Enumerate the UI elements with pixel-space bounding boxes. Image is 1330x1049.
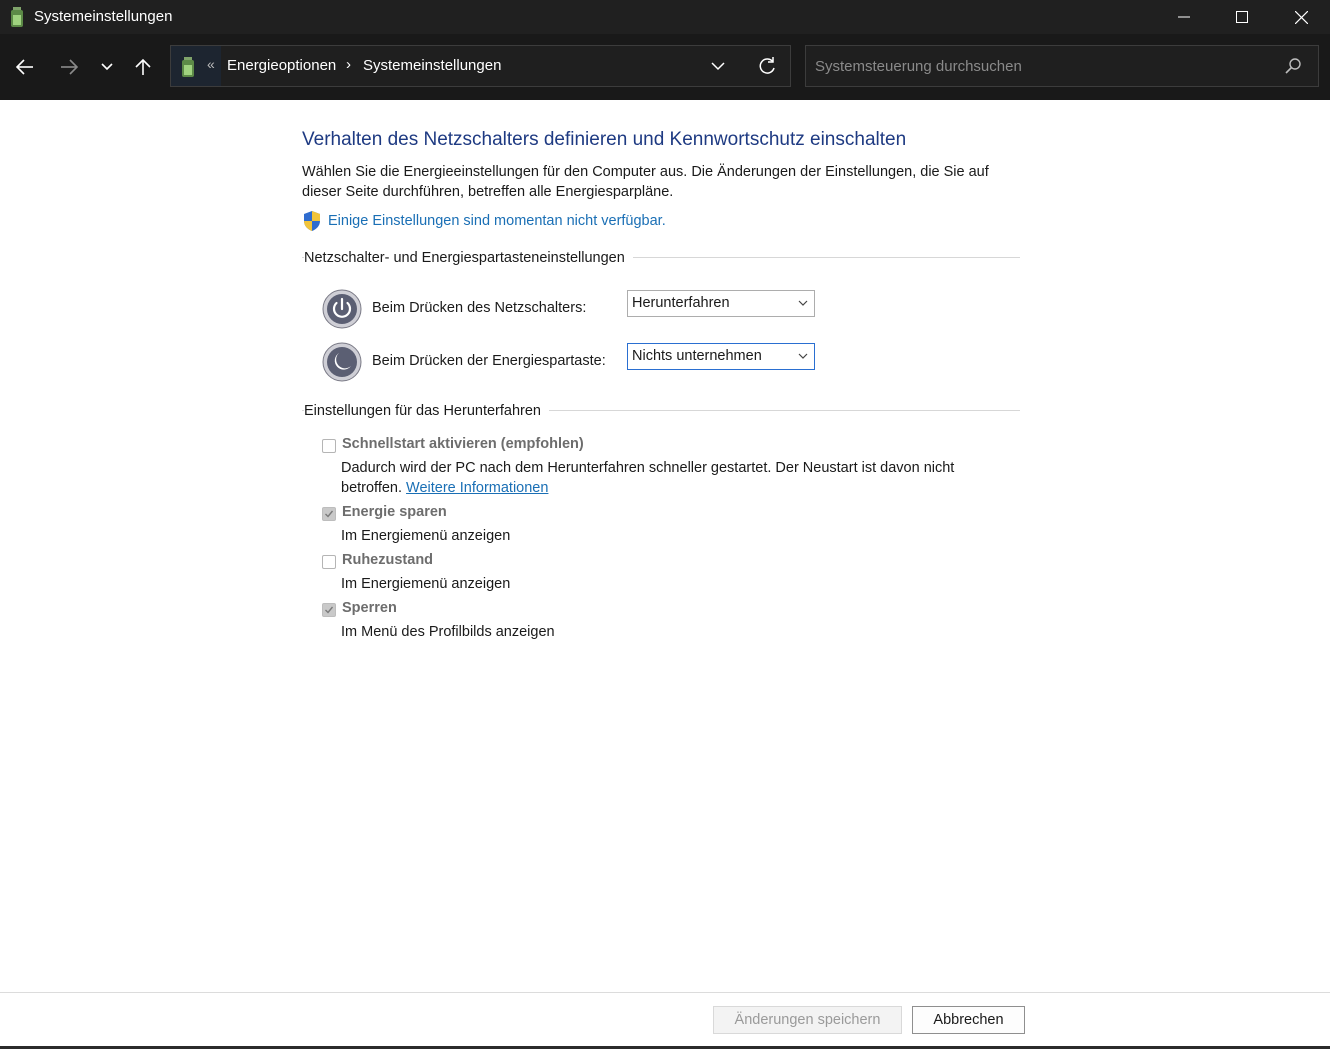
uac-shield-icon bbox=[304, 211, 320, 231]
sleep-item: Energie sparen Im Energiemenü anzeigen bbox=[322, 504, 1022, 546]
chevron-down-icon bbox=[798, 300, 808, 306]
checkmark-icon bbox=[325, 510, 334, 518]
hibernate-item: Ruhezustand Im Energiemenü anzeigen bbox=[322, 552, 1022, 594]
fast-startup-checkbox[interactable] bbox=[322, 439, 336, 453]
group-title-shutdown: Einstellungen für das Herunterfahren bbox=[304, 403, 549, 419]
refresh-icon bbox=[759, 57, 775, 74]
cancel-button[interactable]: Abbrechen bbox=[912, 1006, 1025, 1034]
checkmark-icon bbox=[325, 606, 334, 614]
sleep-description: Im Energiemenü anzeigen bbox=[341, 528, 511, 544]
breadcrumb-overflow[interactable]: « bbox=[207, 56, 215, 72]
search-box[interactable] bbox=[805, 45, 1319, 87]
battery-icon bbox=[182, 57, 194, 77]
power-button-select[interactable]: Herunterfahren bbox=[627, 290, 815, 317]
address-bar[interactable]: « Energieoptionen › Systemeinstellungen bbox=[170, 45, 791, 87]
up-button[interactable] bbox=[128, 52, 158, 82]
arrow-right-icon bbox=[61, 59, 78, 75]
lock-label: Sperren bbox=[342, 600, 397, 616]
sleep-button-select[interactable]: Nichts unternehmen bbox=[627, 343, 815, 370]
maximize-button[interactable] bbox=[1213, 0, 1271, 34]
arrow-up-icon bbox=[135, 58, 151, 75]
hibernate-checkbox[interactable] bbox=[322, 555, 336, 569]
navigation-bar: « Energieoptionen › Systemeinstellungen bbox=[0, 34, 1330, 100]
refresh-button[interactable] bbox=[757, 55, 777, 82]
forward-button[interactable] bbox=[54, 52, 84, 82]
breadcrumb-systemeinstellungen[interactable]: Systemeinstellungen bbox=[363, 57, 501, 74]
maximize-icon bbox=[1236, 11, 1248, 23]
footer-divider bbox=[0, 992, 1330, 993]
chevron-down-icon bbox=[711, 62, 725, 71]
search-button[interactable] bbox=[1284, 57, 1302, 80]
power-button-value: Herunterfahren bbox=[632, 295, 730, 311]
minimize-button[interactable] bbox=[1155, 0, 1213, 34]
sleep-button-row: Beim Drücken der Energiespartaste: Nicht… bbox=[322, 342, 1022, 382]
sleep-label: Energie sparen bbox=[342, 504, 447, 520]
battery-icon bbox=[11, 7, 23, 27]
arrow-left-icon bbox=[16, 59, 33, 75]
fast-startup-description: Dadurch wird der PC nach dem Herunterfah… bbox=[341, 458, 981, 498]
power-button-label: Beim Drücken des Netzschalters: bbox=[372, 300, 587, 316]
sleep-checkbox[interactable] bbox=[322, 507, 336, 521]
sleep-button-value: Nichts unternehmen bbox=[632, 348, 762, 364]
search-icon bbox=[1285, 58, 1301, 74]
address-history-button[interactable] bbox=[711, 56, 725, 81]
hibernate-label: Ruhezustand bbox=[342, 552, 434, 568]
power-button-row: Beim Drücken des Netzschalters: Herunter… bbox=[322, 289, 1022, 329]
power-icon bbox=[322, 289, 362, 329]
unavailable-notice[interactable]: Einige Einstellungen sind momentan nicht… bbox=[302, 210, 666, 232]
breadcrumb-separator[interactable]: › bbox=[346, 56, 351, 73]
title-bar: Systemeinstellungen bbox=[0, 0, 1330, 34]
minimize-icon bbox=[1178, 16, 1190, 18]
fast-startup-label: Schnellstart aktivieren (empfohlen) bbox=[342, 436, 584, 452]
back-button[interactable] bbox=[10, 52, 40, 82]
unavailable-settings-link[interactable]: Einige Einstellungen sind momentan nicht… bbox=[328, 213, 666, 229]
window-title: Systemeinstellungen bbox=[34, 8, 173, 25]
save-changes-button[interactable]: Änderungen speichern bbox=[713, 1006, 902, 1034]
group-title-buttons: Netzschalter- und Energiespartasteneinst… bbox=[304, 250, 633, 266]
breadcrumb-energieoptionen[interactable]: Energieoptionen bbox=[227, 57, 336, 74]
search-input[interactable] bbox=[806, 46, 1275, 86]
close-icon bbox=[1294, 10, 1308, 24]
lock-checkbox[interactable] bbox=[322, 603, 336, 617]
sleep-icon bbox=[322, 342, 362, 382]
close-button[interactable] bbox=[1272, 0, 1330, 34]
fast-startup-item: Schnellstart aktivieren (empfohlen) Dadu… bbox=[322, 436, 1022, 498]
recent-locations-button[interactable] bbox=[92, 52, 122, 82]
page-description: Wählen Sie die Energieeinstellungen für … bbox=[302, 164, 989, 200]
chevron-down-icon bbox=[101, 63, 113, 71]
lock-item: Sperren Im Menü des Profilbilds anzeigen bbox=[322, 600, 1022, 642]
hibernate-description: Im Energiemenü anzeigen bbox=[341, 576, 511, 592]
more-info-link[interactable]: Weitere Informationen bbox=[406, 480, 548, 496]
chevron-down-icon bbox=[798, 353, 808, 359]
page-title: Verhalten des Netzschalters definieren u… bbox=[302, 129, 907, 150]
sleep-button-label: Beim Drücken der Energiespartaste: bbox=[372, 353, 606, 369]
lock-description: Im Menü des Profilbilds anzeigen bbox=[341, 624, 555, 640]
